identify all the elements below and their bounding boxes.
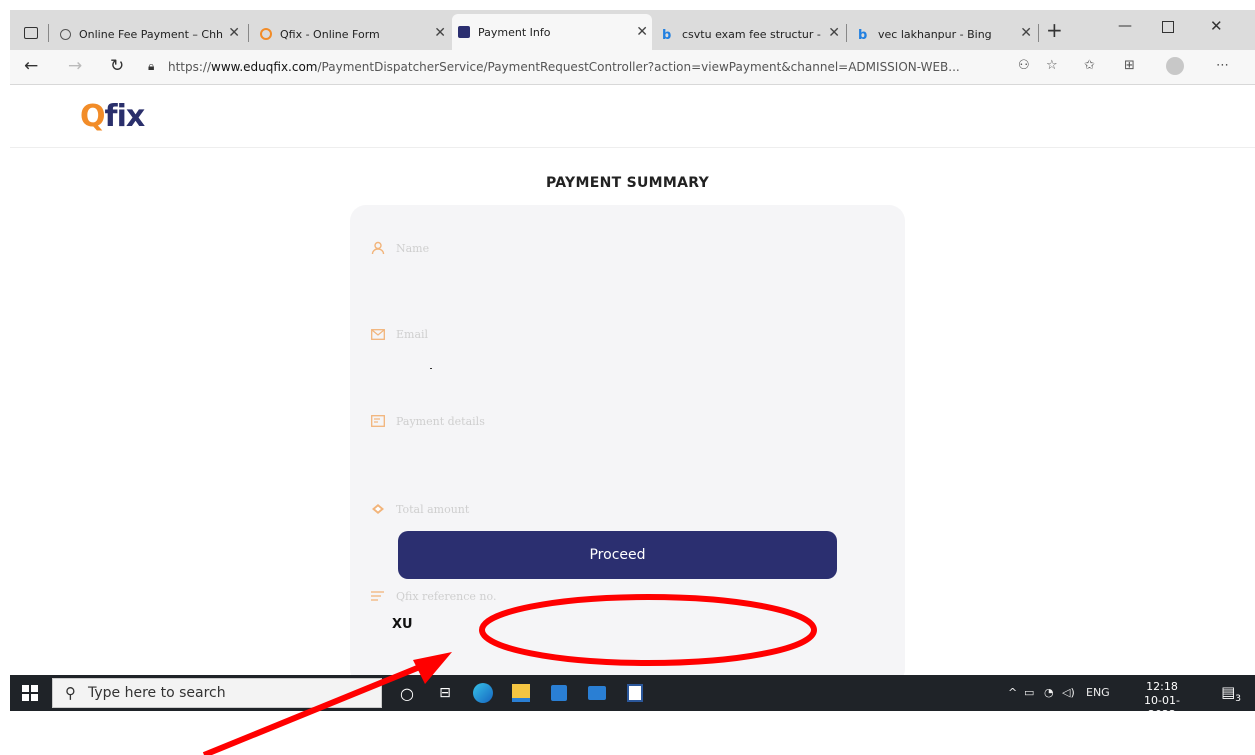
favorite-icon[interactable]: ☆ (1046, 58, 1058, 73)
url-host: www.eduqfix.com (211, 59, 318, 74)
store-icon[interactable] (548, 682, 570, 704)
reading-view-icon[interactable]: ⚇ (1018, 58, 1030, 73)
tab-csvtu-exam-fee[interactable]: b csvtu exam fee structur - I ✕ (656, 18, 844, 50)
battery-icon[interactable]: ▭ (1024, 686, 1034, 699)
close-tab-icon[interactable]: ✕ (434, 25, 446, 41)
close-tab-icon[interactable]: ✕ (828, 25, 840, 41)
date: 10-01-2022 (1144, 694, 1180, 721)
reference-value: XU (392, 617, 413, 632)
close-tab-icon[interactable]: ✕ (1020, 25, 1032, 41)
page-title: PAYMENT SUMMARY (545, 175, 710, 191)
bing-icon: b (858, 28, 868, 43)
email-field: Email (370, 327, 428, 341)
tab-title: Qfix - Online Form (280, 27, 380, 41)
web-page: Qfix PAYMENT SUMMARY Name Email Payment … (10, 85, 1255, 675)
notification-icon[interactable]: ▤3 (1221, 683, 1241, 704)
tab-vec-lakhanpur[interactable]: b vec lakhanpur - Bing ✕ (852, 18, 1036, 50)
url-scheme: https:// (168, 59, 212, 74)
mail-icon[interactable] (586, 682, 608, 704)
qfix-logo: Qfix (80, 99, 145, 134)
file-explorer-icon[interactable] (510, 682, 532, 704)
tab-title: Online Fee Payment – Chh (79, 27, 224, 41)
lock-icon: 🔒︎ (148, 59, 155, 73)
tab-online-fee-payment[interactable]: Online Fee Payment – Chh ✕ (54, 18, 244, 50)
show-hidden-icons-icon[interactable]: ^ (1008, 686, 1017, 699)
payment-details-field: Payment details (370, 414, 485, 428)
collections-icon[interactable]: ⊞ (1124, 58, 1135, 73)
notification-count: 3 (1235, 694, 1241, 704)
profile-avatar[interactable] (1166, 57, 1184, 75)
favorites-list-icon[interactable]: ✩ (1084, 58, 1095, 73)
payment-details-label: Payment details (396, 414, 485, 428)
tab-qfix-online-form[interactable]: Qfix - Online Form ✕ (254, 18, 450, 50)
language-indicator[interactable]: ENG (1086, 686, 1110, 699)
browser-tab-strip: Online Fee Payment – Chh ✕ Qfix - Online… (10, 10, 1255, 50)
volume-icon[interactable]: ◁) (1062, 686, 1075, 699)
tab-title: Payment Info (478, 25, 551, 39)
name-field: Name (370, 241, 429, 255)
close-tab-icon[interactable]: ✕ (228, 25, 240, 41)
email-value (430, 368, 432, 369)
proceed-button[interactable]: Proceed (398, 531, 837, 579)
tab-separator (48, 24, 49, 42)
lines-icon (370, 589, 386, 603)
windows-taskbar: ⚲ Type here to search ○ ⊟ ^ ▭ ◔ ◁) ENG 1… (10, 675, 1255, 721)
envelope-icon (370, 327, 386, 341)
taskbar-search-box[interactable]: ⚲ Type here to search (52, 678, 382, 708)
tab-title: csvtu exam fee structur - I (682, 27, 822, 41)
refresh-icon[interactable]: ↻ (110, 56, 124, 76)
task-view-icon[interactable]: ⊟ (434, 682, 456, 704)
url-path: /PaymentDispatcherService/PaymentRequest… (317, 59, 960, 74)
close-window-icon[interactable]: ✕ (1210, 17, 1223, 35)
close-tab-icon[interactable]: ✕ (636, 24, 648, 40)
reference-field: Qfix reference no. (370, 589, 496, 603)
tab-actions-icon[interactable] (24, 27, 38, 39)
total-amount-field: Total amount (370, 502, 469, 516)
tab-payment-info[interactable]: Payment Info ✕ (452, 14, 652, 50)
qfix-favicon-icon (260, 28, 272, 40)
user-icon (370, 241, 386, 255)
time: 12:18 (1146, 680, 1178, 693)
site-favicon-icon (60, 28, 71, 40)
tab-separator (248, 24, 249, 42)
total-amount-label: Total amount (396, 502, 470, 516)
qfix-favicon-icon (458, 26, 470, 38)
page-header: Qfix (10, 85, 1255, 148)
forward-icon[interactable]: → (68, 56, 82, 76)
name-label: Name (396, 241, 430, 255)
wifi-icon[interactable]: ◔ (1044, 686, 1054, 699)
word-icon[interactable] (624, 682, 646, 704)
address-bar[interactable]: https://www.eduqfix.com/PaymentDispatche… (168, 54, 1008, 79)
bing-icon: b (662, 28, 672, 43)
taskbar-clock[interactable]: 12:18 10-01-2022 (1132, 680, 1192, 722)
cortana-icon[interactable]: ○ (396, 682, 418, 704)
payment-summary-card: Name Email Payment details Total amount (350, 205, 905, 675)
windows-start-icon[interactable] (22, 685, 38, 701)
money-icon (370, 502, 386, 516)
more-menu-icon[interactable]: ⋯ (1216, 58, 1229, 73)
new-tab-icon[interactable]: + (1046, 18, 1063, 42)
email-label: Email (396, 327, 429, 341)
maximize-icon[interactable] (1162, 21, 1174, 33)
search-placeholder: Type here to search (88, 685, 226, 701)
browser-toolbar: ← → ↻ 🔒︎ https://www.eduqfix.com/Payment… (10, 50, 1255, 85)
reference-label: Qfix reference no. (396, 589, 497, 603)
search-icon: ⚲ (65, 684, 76, 702)
tab-separator (846, 24, 847, 42)
document-icon (370, 414, 386, 428)
edge-icon[interactable] (472, 682, 494, 704)
tab-separator (1038, 24, 1039, 42)
back-icon[interactable]: ← (24, 56, 38, 76)
tab-title: vec lakhanpur - Bing (878, 27, 992, 41)
minimize-icon[interactable]: — (1118, 18, 1132, 34)
